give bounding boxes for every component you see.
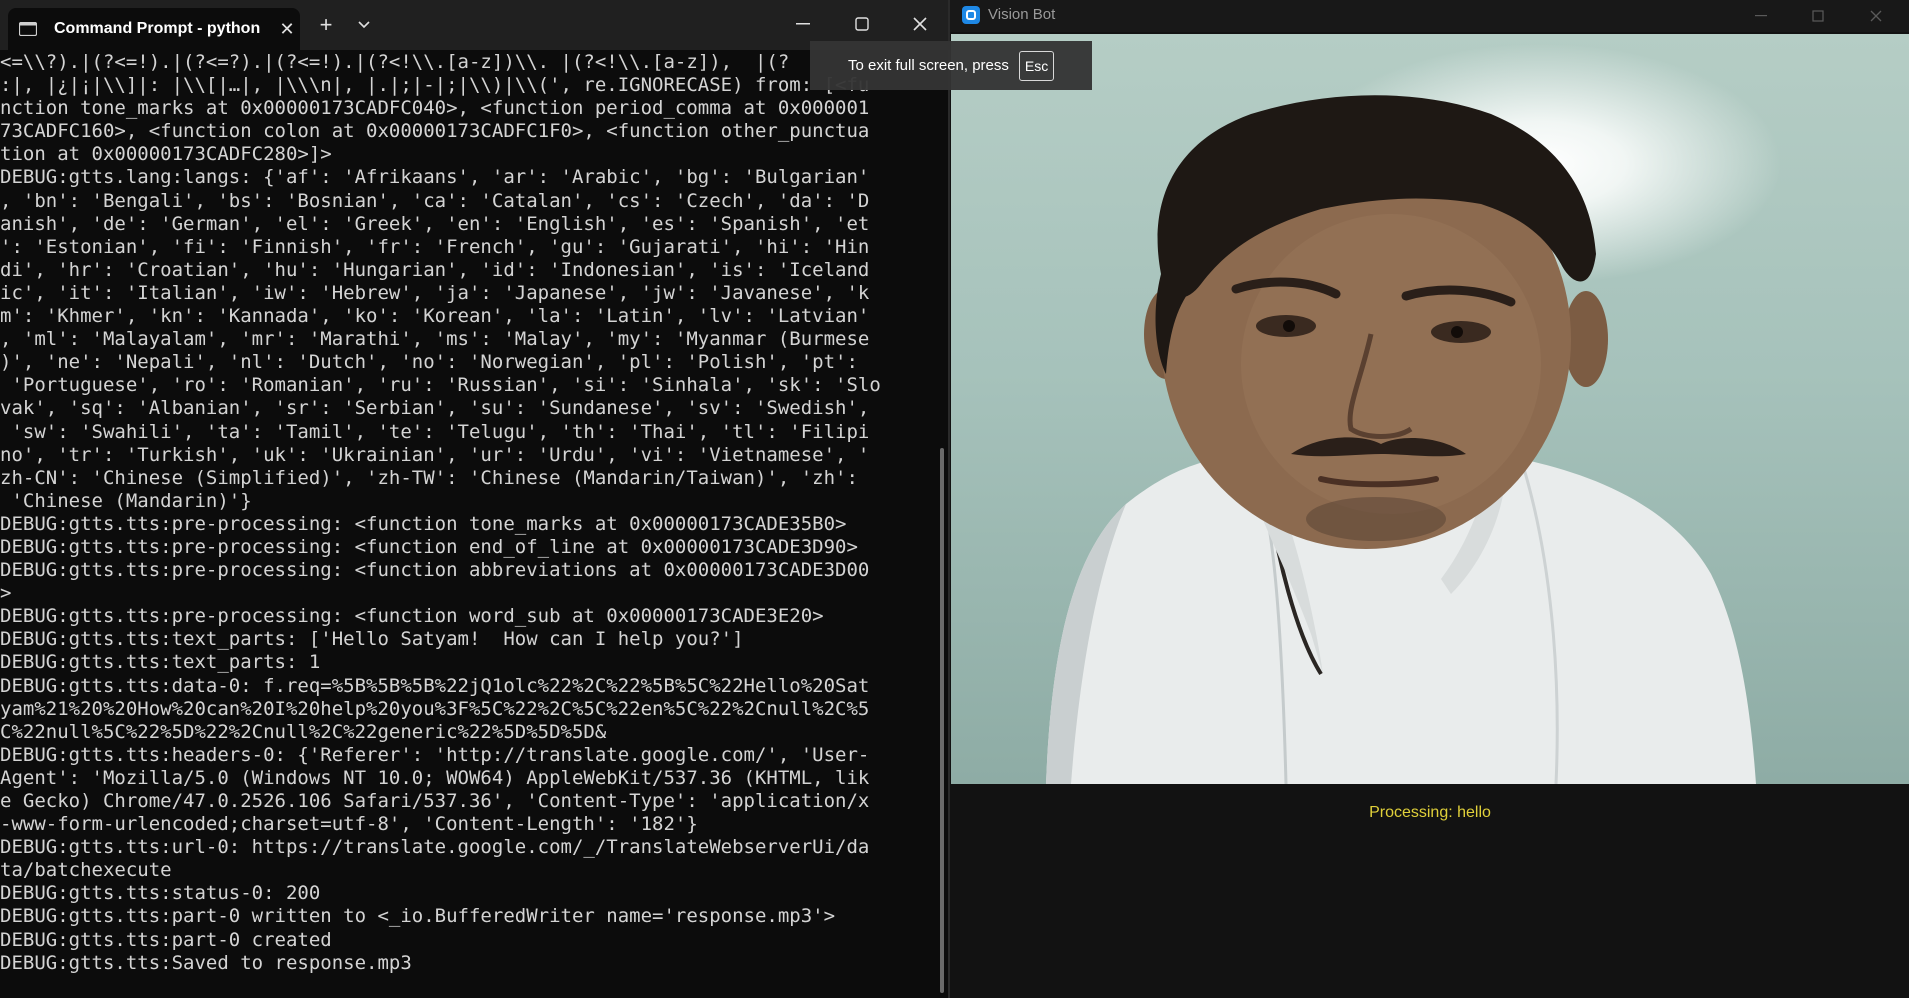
terminal-line: DEBUG:gtts.tts:text_parts: 1 (0, 651, 321, 674)
close-window-icon[interactable] (1854, 2, 1898, 30)
terminal-line: C%22null%5C%22%5D%22%2Cnull%2C%22generic… (0, 720, 607, 743)
terminal-line: tion at 0x00000173CADFC280>]> (0, 143, 332, 166)
vision-bot-window[interactable]: Vision Bot Processing: hello (950, 0, 1909, 998)
command-prompt-window[interactable]: Command Prompt - python , ✕ + <=\\?).|(?… (0, 0, 948, 998)
terminal-line: m': 'Khmer', 'kn': 'Kannada', 'ko': 'Kor… (0, 305, 870, 328)
terminal-line: DEBUG:gtts.tts:part-0 written to <_io.Bu… (0, 905, 836, 928)
exit-fullscreen-toast: To exit full screen, press Esc (810, 41, 1092, 90)
terminal-line: DEBUG:gtts.tts:text_parts: ['Hello Satya… (0, 628, 744, 651)
terminal-line: DEBUG:gtts.tts:pre-processing: <function… (0, 512, 847, 535)
terminal-line: 'Chinese (Mandarin)'} (0, 489, 252, 512)
terminal-line: ta/batchexecute (0, 859, 172, 882)
close-tab-icon[interactable]: ✕ (276, 19, 298, 40)
terminal-line: 'Portuguese', 'ro': 'Romanian', 'ru': 'R… (0, 374, 881, 397)
terminal-line: zh-CN': 'Chinese (Simplified)', 'zh-TW':… (0, 466, 858, 489)
terminal-line: ic', 'it': 'Italian', 'iw': 'Hebrew', 'j… (0, 281, 870, 304)
close-window-icon[interactable] (893, 4, 947, 44)
vision-bot-title: Vision Bot (988, 6, 1056, 23)
terminal-line: DEBUG:gtts.tts:pre-processing: <function… (0, 605, 824, 628)
vision-bot-app-icon (962, 6, 980, 24)
terminal-line: > (0, 582, 12, 605)
maximize-icon[interactable] (835, 4, 889, 44)
terminal-line: anish', 'de': 'German', 'el': 'Greek', '… (0, 212, 870, 235)
terminal-line: <=\\?).|(?<=!).|(?<=?).|(?<=!).|(?<!\\.[… (0, 51, 790, 73)
terminal-line: DEBUG:gtts.tts:status-0: 200 (0, 882, 321, 905)
minimize-icon[interactable] (1739, 2, 1783, 30)
status-bar: Processing: hello (951, 784, 1909, 998)
minimize-icon[interactable] (776, 4, 830, 44)
terminal-output[interactable]: <=\\?).|(?<=!).|(?<=?).|(?<=!).|(?<!\\.[… (0, 51, 940, 975)
terminal-line: )', 'ne': 'Nepali', 'nl': 'Dutch', 'no':… (0, 351, 858, 374)
terminal-icon (18, 21, 38, 37)
terminal-line: ': 'Estonian', 'fi': 'Finnish', 'fr': 'F… (0, 235, 870, 258)
terminal-line: yam%21%20%20How%20can%20I%20help%20you%3… (0, 697, 870, 720)
esc-key-badge: Esc (1018, 50, 1055, 81)
terminal-tab[interactable]: Command Prompt - python , ✕ (8, 8, 300, 50)
chevron-down-icon[interactable] (352, 12, 376, 38)
terminal-line: di', 'hr': 'Croatian', 'hu': 'Hungarian'… (0, 258, 870, 281)
terminal-line: 73CADFC160>, <function colon at 0x000001… (0, 120, 870, 143)
terminal-line: DEBUG:gtts.tts:data-0: f.req=%5B%5B%5B%2… (0, 674, 870, 697)
terminal-line: , 'ml': 'Malayalam', 'mr': 'Marathi', 'm… (0, 328, 870, 351)
terminal-line: 'sw': 'Swahili', 'ta': 'Tamil', 'te': 'T… (0, 420, 870, 443)
webcam-person-image (1046, 95, 1756, 784)
terminal-line: e Gecko) Chrome/47.0.2526.106 Safari/537… (0, 790, 870, 812)
terminal-line: nction tone_marks at 0x00000173CADFC040>… (0, 97, 870, 120)
terminal-line: no', 'tr': 'Turkish', 'uk': 'Ukrainian',… (0, 443, 870, 466)
webcam-feed (951, 34, 1909, 784)
terminal-line: , 'bn': 'Bengali', 'bs': 'Bosnian', 'ca'… (0, 189, 870, 212)
terminal-title-bar[interactable]: Command Prompt - python , ✕ + (0, 0, 948, 50)
processing-status-text: Processing: hello (1369, 804, 1491, 821)
terminal-line: Agent': 'Mozilla/5.0 (Windows NT 10.0; W… (0, 766, 870, 789)
terminal-line: DEBUG:gtts.tts:Saved to response.mp3 (0, 951, 412, 974)
terminal-line: DEBUG:gtts.tts:pre-processing: <function… (0, 559, 870, 582)
terminal-scrollbar[interactable] (940, 448, 944, 993)
terminal-line: vak', 'sq': 'Albanian', 'sr': 'Serbian',… (0, 397, 870, 420)
terminal-line: :|, |¿|¡|\\]|: |\\[|…|, |\\\n|, |.|;|-|;… (0, 74, 870, 97)
vision-bot-title-bar[interactable]: Vision Bot (950, 0, 1909, 32)
terminal-line: DEBUG:gtts.tts:headers-0: {'Referer': 'h… (0, 743, 870, 766)
terminal-tab-title: Command Prompt - python , (54, 20, 262, 37)
terminal-line: DEBUG:gtts.lang:langs: {'af': 'Afrikaans… (0, 166, 870, 189)
terminal-line: DEBUG:gtts.tts:url-0: https://translate.… (0, 836, 870, 859)
terminal-line: DEBUG:gtts.tts:part-0 created (0, 928, 332, 951)
terminal-line: -www-form-urlencoded;charset=utf-8', 'Co… (0, 813, 698, 836)
exit-fullscreen-message: To exit full screen, press (848, 57, 1009, 74)
maximize-icon[interactable] (1796, 2, 1840, 30)
new-tab-button[interactable]: + (314, 12, 338, 38)
terminal-line: DEBUG:gtts.tts:pre-processing: <function… (0, 535, 858, 558)
